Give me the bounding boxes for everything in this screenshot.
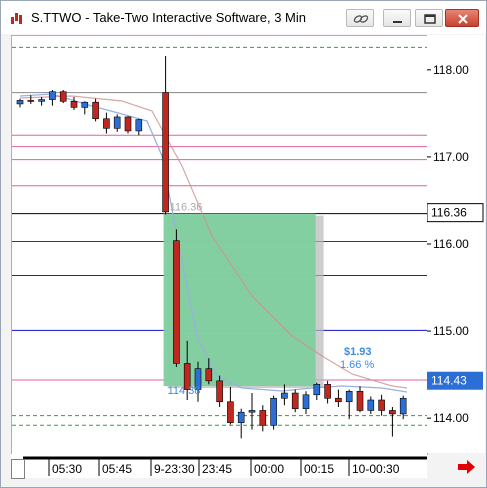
candle-body [16, 100, 24, 105]
candle-body [237, 411, 245, 423]
time-tick-label: 05:30 [52, 462, 82, 476]
price-tick-label: 118.00 [433, 63, 469, 77]
price-tick-label: 116.00 [433, 237, 469, 251]
minimize-icon [393, 21, 402, 23]
chart-window: S.TTWO - Take-Two Interactive Software, … [0, 0, 487, 488]
candle-body [270, 397, 277, 426]
link-icon [353, 15, 369, 23]
time-tick-label: 00:15 [304, 462, 334, 476]
candle-body [259, 410, 267, 426]
price-tick-label: 114.00 [433, 411, 469, 425]
candle-body [248, 410, 256, 413]
chart-app-icon [10, 11, 24, 25]
candle-body [27, 100, 35, 102]
restore-button[interactable] [415, 9, 443, 27]
candle-body [356, 390, 364, 411]
time-tick-label: 10-00:30 [352, 462, 400, 476]
entry-price-tag-label: 116.36 [431, 206, 467, 220]
restore-icon [424, 14, 436, 24]
candlestick-chart[interactable]: 116.36 114.38 $1.931.66 % [12, 36, 427, 454]
candle-body [49, 91, 56, 100]
candle-body [92, 101, 99, 120]
entry-price-annotation: 116.36 [170, 202, 203, 214]
trade-box [163, 213, 316, 387]
candle-body [389, 410, 396, 415]
time-axis-labels: 05:30 05:45 9-23:30 23:45 00:00 00:15 10-00:30 [23, 456, 427, 476]
price-axis-labels: 118.00 117.00 116.00 115.00 114.00 116.36 114.… [426, 63, 484, 425]
minimize-button[interactable] [383, 9, 411, 27]
price-tick-label: 117.00 [433, 150, 469, 164]
candle-body [113, 116, 121, 129]
time-tick-label: 9-23:30 [154, 462, 195, 476]
candle-body [313, 384, 321, 396]
close-button[interactable] [445, 9, 479, 27]
profit-percent-label: 1.66 % [340, 359, 374, 371]
candle-body [173, 240, 180, 364]
price-tick-label: 115.00 [433, 324, 469, 338]
candle-body [205, 368, 213, 382]
price-axis[interactable]: 118.00 117.00 116.00 115.00 114.00 116.36 114.… [426, 35, 485, 453]
price-chart[interactable]: 116.36 114.38 $1.93 1.66 % [11, 35, 428, 455]
candle-body [38, 99, 45, 102]
candle-body [291, 392, 299, 410]
candle-body [227, 401, 234, 423]
candle-body [367, 399, 375, 411]
exit-price-annotation: 114.38 [168, 385, 201, 397]
time-axis[interactable]: 05:30 05:45 9-23:30 23:45 00:00 00:15 10-00:30 [11, 454, 427, 478]
profit-amount-label: $1.93 [344, 346, 372, 358]
candle-body [135, 119, 143, 132]
title-bar[interactable]: S.TTWO - Take-Two Interactive Software, … [1, 1, 486, 34]
candle-body [302, 394, 310, 410]
candle-body [335, 397, 342, 403]
candle-body [324, 384, 331, 399]
time-tick-label: 05:45 [102, 462, 132, 476]
close-icon [458, 14, 468, 24]
candle-body [103, 118, 110, 129]
scroll-corner[interactable] [11, 459, 25, 479]
current-price-tag-label: 114.43 [431, 374, 467, 388]
candle-body [378, 399, 385, 411]
window-title: S.TTWO - Take-Two Interactive Software, … [31, 10, 307, 25]
candle-body [81, 101, 89, 108]
candle-body [281, 392, 288, 399]
candle-body [124, 116, 132, 132]
candle-body [59, 91, 67, 102]
time-tick-label: 00:00 [254, 462, 284, 476]
link-button[interactable] [346, 9, 374, 27]
scroll-right-icon[interactable] [457, 459, 477, 475]
candle-body [399, 397, 407, 415]
candle-body [345, 390, 353, 403]
candle-body [216, 380, 223, 403]
candle-body [162, 92, 169, 213]
candle-body [70, 101, 78, 108]
time-tick-label: 23:45 [202, 462, 232, 476]
